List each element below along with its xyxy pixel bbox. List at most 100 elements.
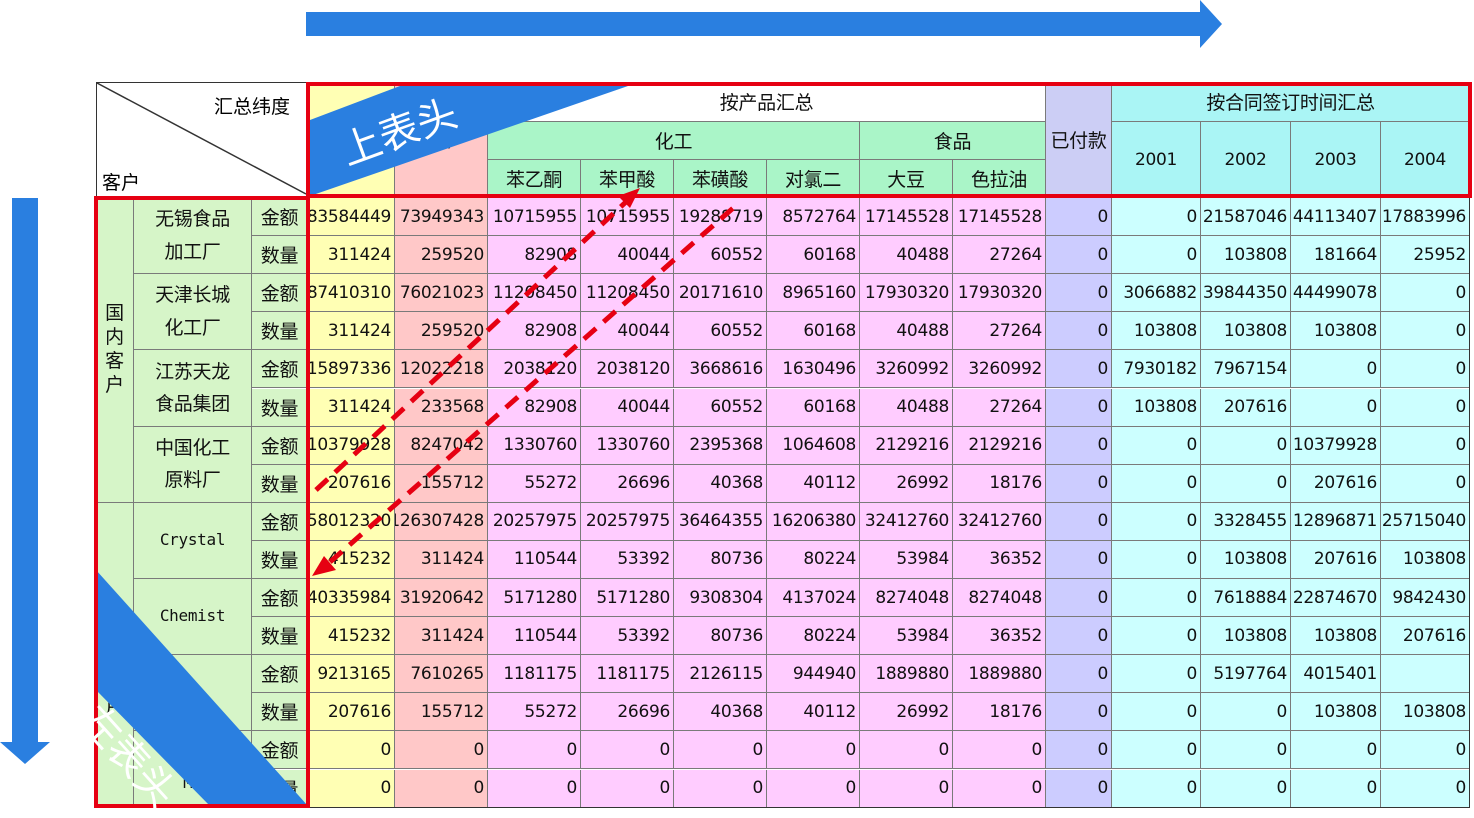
table-cell: 32412760 <box>860 502 953 541</box>
table-cell: 21587046 <box>1201 198 1291 237</box>
table-cell: 40368 <box>674 464 767 503</box>
table-cell: 110544 <box>488 540 581 579</box>
table-cell: 0 <box>1291 350 1381 389</box>
table-cell: 207616 <box>1201 388 1291 427</box>
table-cell: 20257975 <box>488 502 581 541</box>
group-domestic-customers: 国 内 客 户 <box>96 198 134 503</box>
table-cell: 76021023 <box>395 274 488 313</box>
table-cell: 12022218 <box>395 350 488 389</box>
table-cell: 20171610 <box>674 274 767 313</box>
table-cell: 40112 <box>767 693 860 732</box>
table-cell: 0 <box>1112 693 1201 732</box>
product-header: 苯磺酸 <box>674 160 767 198</box>
table-cell: 155712 <box>395 464 488 503</box>
table-cell: 207616 <box>308 693 395 732</box>
table-cell: 103808 <box>1112 388 1201 427</box>
table-cell: 0 <box>1046 502 1112 541</box>
table-cell: 0 <box>1381 731 1470 770</box>
table-cell: 0 <box>488 731 581 770</box>
table-cell: 8274048 <box>953 579 1046 618</box>
table-cell: 7967154 <box>1201 350 1291 389</box>
table-cell: 415232 <box>308 540 395 579</box>
table-cell: 0 <box>1381 274 1470 313</box>
table-cell: 207616 <box>308 464 395 503</box>
table-cell: 2038120 <box>581 350 674 389</box>
table-cell: 0 <box>1112 540 1201 579</box>
table-cell: 311424 <box>395 617 488 656</box>
measure-amount-label: 金额 <box>252 350 308 389</box>
table-cell: 0 <box>1046 198 1112 237</box>
table-cell: 80224 <box>767 617 860 656</box>
table-cell: 44499078 <box>1291 274 1381 313</box>
table-cell: 8965160 <box>767 274 860 313</box>
measure-quantity-label: 数量 <box>252 388 308 427</box>
table-cell: 311424 <box>395 540 488 579</box>
table-cell: 2038120 <box>488 350 581 389</box>
measure-quantity-label: 数量 <box>252 693 308 732</box>
table-cell: 0 <box>1046 617 1112 656</box>
table-cell: 0 <box>395 769 488 808</box>
table-cell: 3668616 <box>674 350 767 389</box>
year-header: 2004 <box>1381 122 1470 198</box>
food-group-header: 食品 <box>860 122 1046 160</box>
table-cell: 60552 <box>674 388 767 427</box>
customer-name: i <box>134 655 252 732</box>
table-cell: 5171280 <box>488 579 581 618</box>
table-cell: 0 <box>860 731 953 770</box>
table-cell: 7930182 <box>1112 350 1201 389</box>
measure-quantity-label: 数量 <box>252 236 308 275</box>
table-cell: 0 <box>674 769 767 808</box>
table-cell: 0 <box>1046 274 1112 313</box>
table-cell: 7618884 <box>1201 579 1291 618</box>
table-cell: 17145528 <box>953 198 1046 237</box>
table-cell: 0 <box>953 731 1046 770</box>
table-cell: 80736 <box>674 540 767 579</box>
table-cell: 0 <box>674 731 767 770</box>
table-cell: 0 <box>395 731 488 770</box>
table-cell: 31920642 <box>395 579 488 618</box>
table-cell: 15897336 <box>308 350 395 389</box>
table-cell: 12896871 <box>1291 502 1381 541</box>
table-cell: 1630496 <box>767 350 860 389</box>
table-cell: 18176 <box>953 693 1046 732</box>
table-cell: 1064608 <box>767 426 860 465</box>
table-cell: 60552 <box>674 236 767 275</box>
table-cell: 80224 <box>767 540 860 579</box>
customer-name: 天津长城 化工厂 <box>134 274 252 351</box>
table-cell: 36352 <box>953 540 1046 579</box>
table-cell: 9842430 <box>1381 579 1470 618</box>
table-cell: 0 <box>1112 464 1201 503</box>
year-header: 2003 <box>1291 122 1381 198</box>
table-cell: 1181175 <box>581 655 674 694</box>
corner-top-label: 汇总纬度 <box>214 96 291 118</box>
table-cell: 311424 <box>308 312 395 351</box>
table-cell: 27264 <box>953 236 1046 275</box>
table-cell: 207616 <box>1291 464 1381 503</box>
table-cell: 103808 <box>1201 617 1291 656</box>
table-cell: 155712 <box>395 693 488 732</box>
table-cell: 1330760 <box>488 426 581 465</box>
table-cell: 103808 <box>1291 693 1381 732</box>
table-cell: 0 <box>1381 388 1470 427</box>
table-cell: 103808 <box>1201 540 1291 579</box>
table-cell: 0 <box>1046 388 1112 427</box>
table-cell: 80736 <box>674 617 767 656</box>
measure-quantity-label: 数量 <box>252 464 308 503</box>
table-cell: 0 <box>1112 236 1201 275</box>
table-cell: 40368 <box>674 693 767 732</box>
table-cell: 8247042 <box>395 426 488 465</box>
table-cell: 1181175 <box>488 655 581 694</box>
table-cell: 103808 <box>1381 693 1470 732</box>
table-cell: 87410310 <box>308 274 395 313</box>
table-cell: 2129216 <box>860 426 953 465</box>
table-cell: 55272 <box>488 464 581 503</box>
table-cell: 60168 <box>767 312 860 351</box>
customer-name: Chemist <box>134 579 252 656</box>
customer-name: Crystal <box>134 502 252 579</box>
table-cell: 126307428 <box>395 502 488 541</box>
table-cell: 83584449 <box>308 198 395 237</box>
table-cell: 9213165 <box>308 655 395 694</box>
table-cell: 3260992 <box>953 350 1046 389</box>
table-cell: 60552 <box>674 312 767 351</box>
table-cell: 0 <box>1381 464 1470 503</box>
